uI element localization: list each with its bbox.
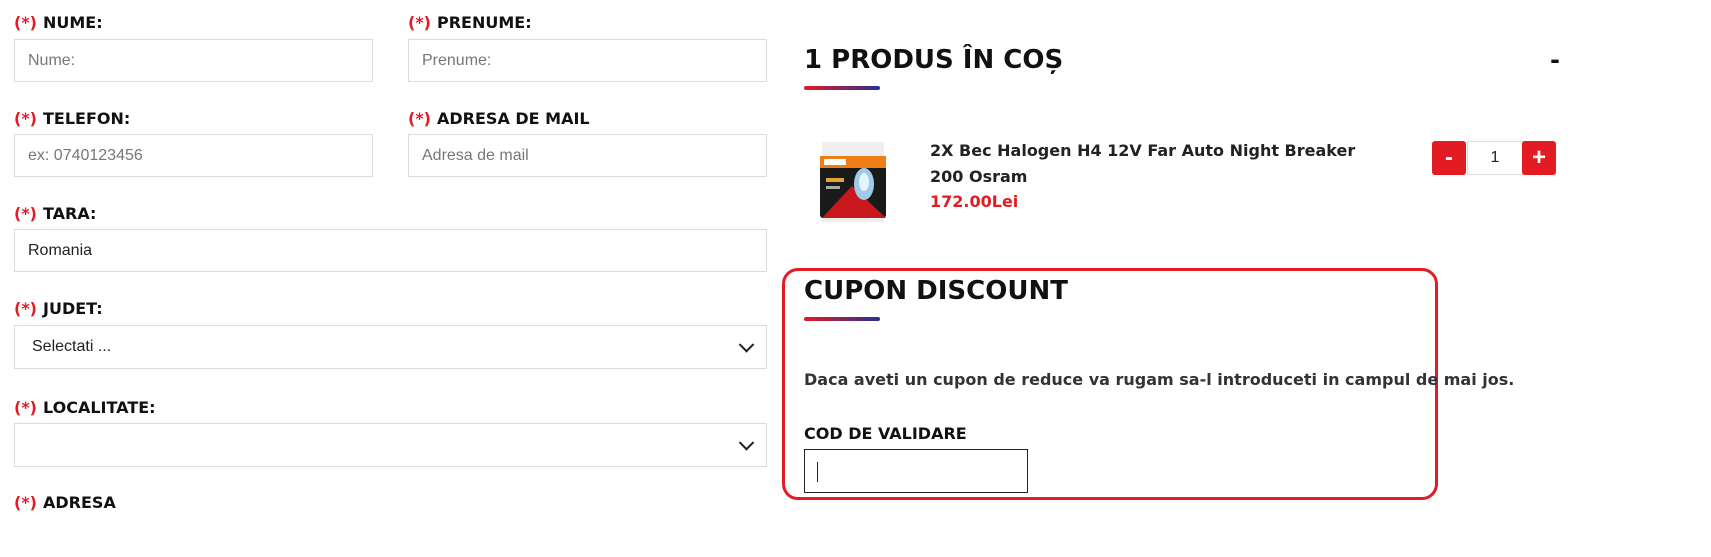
telefon-label: (*) TELEFON: xyxy=(14,109,131,128)
text-cursor xyxy=(817,462,818,482)
mail-input[interactable]: Adresa de mail xyxy=(408,134,767,177)
chevron-down-icon xyxy=(738,337,755,353)
coupon-code-label: COD DE VALIDARE xyxy=(804,424,967,443)
required-mark: (*) xyxy=(408,109,431,128)
required-mark: (*) xyxy=(408,13,431,32)
required-mark: (*) xyxy=(14,398,37,417)
required-mark: (*) xyxy=(14,493,37,512)
tara-input[interactable]: Romania xyxy=(14,229,767,272)
coupon-code-input[interactable] xyxy=(804,449,1028,493)
required-mark: (*) xyxy=(14,13,37,32)
mail-label: (*) ADRESA DE MAIL xyxy=(408,109,590,128)
title-underline xyxy=(804,317,880,321)
product-price: 172.00Lei xyxy=(930,192,1019,211)
product-name[interactable]: 2X Bec Halogen H4 12V Far Auto Night Bre… xyxy=(930,138,1360,190)
judet-label: (*) JUDET: xyxy=(14,299,103,318)
cart-collapse-button[interactable]: - xyxy=(1550,46,1560,74)
nume-label: (*) NUME: xyxy=(14,13,103,32)
quantity-input[interactable]: 1 xyxy=(1467,141,1523,175)
tara-label: (*) TARA: xyxy=(14,204,97,223)
localitate-label: (*) LOCALITATE: xyxy=(14,398,156,417)
required-mark: (*) xyxy=(14,299,37,318)
judet-select[interactable]: Selectati ... xyxy=(14,325,767,369)
localitate-select[interactable] xyxy=(14,423,767,467)
prenume-input[interactable]: Prenume: xyxy=(408,39,767,82)
coupon-description: Daca aveti un cupon de reduce va rugam s… xyxy=(804,370,1515,389)
required-mark: (*) xyxy=(14,204,37,223)
chevron-down-icon xyxy=(738,435,755,451)
title-underline xyxy=(804,86,880,90)
coupon-title: CUPON DISCOUNT xyxy=(804,276,1068,306)
quantity-decrease-button[interactable]: - xyxy=(1432,141,1466,175)
adresa-label: (*) ADRESA xyxy=(14,493,116,512)
product-image[interactable] xyxy=(812,138,894,224)
judet-select-value: Selectati ... xyxy=(32,338,112,355)
prenume-label: (*) PRENUME: xyxy=(408,13,532,32)
cart-title: 1 PRODUS ÎN COȘ xyxy=(804,45,1064,75)
required-mark: (*) xyxy=(14,109,37,128)
nume-input[interactable]: Nume: xyxy=(14,39,373,82)
telefon-input[interactable]: ex: 0740123456 xyxy=(14,134,373,177)
quantity-increase-button[interactable]: + xyxy=(1522,141,1556,175)
